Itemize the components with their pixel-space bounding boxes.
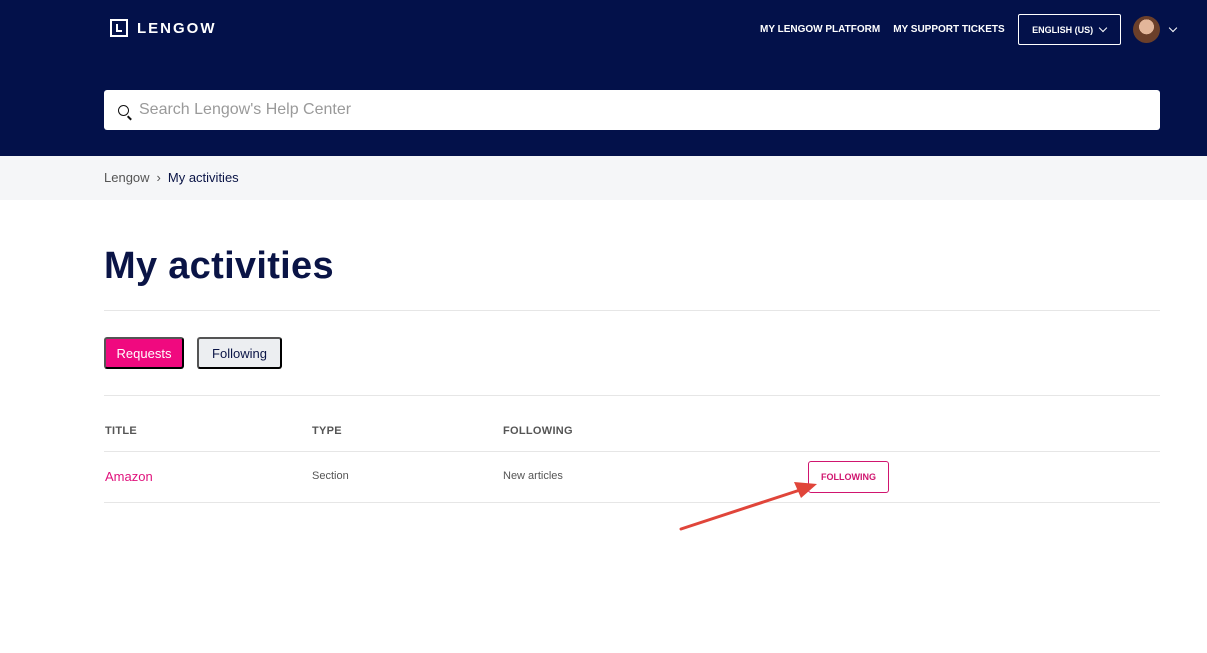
logo-text: LENGOW <box>137 19 217 37</box>
chevron-down-icon[interactable] <box>1168 23 1177 32</box>
language-selector-button[interactable]: ENGLISH (US) <box>1017 14 1121 45</box>
following-button[interactable]: FOLLOWING <box>808 461 889 493</box>
breadcrumb-separator: › <box>156 170 161 185</box>
search-icon <box>118 104 129 116</box>
divider <box>104 395 1160 396</box>
user-avatar[interactable] <box>1132 16 1160 43</box>
search-input[interactable] <box>139 101 1039 119</box>
language-label: ENGLISH (US) <box>1032 24 1094 35</box>
site-header: LENGOW MY LENGOW PLATFORM MY SUPPORT TIC… <box>0 0 1207 156</box>
chevron-down-icon <box>1098 23 1108 32</box>
divider <box>104 451 1160 452</box>
breadcrumb: Lengow › My activities <box>104 170 239 185</box>
tab-following[interactable]: Following <box>197 337 282 369</box>
nav-my-lengow-platform[interactable]: MY LENGOW PLATFORM <box>760 15 880 45</box>
divider <box>104 502 1160 503</box>
logo-mark-icon <box>110 19 128 37</box>
nav-my-support-tickets[interactable]: MY SUPPORT TICKETS <box>893 15 1005 45</box>
column-header-following: FOLLOWING <box>503 425 573 437</box>
breadcrumb-home-link[interactable]: Lengow <box>104 170 150 185</box>
page-title: My activities <box>104 245 334 287</box>
lengow-logo[interactable]: LENGOW <box>110 19 217 37</box>
divider <box>104 310 1160 311</box>
top-nav: MY LENGOW PLATFORM MY SUPPORT TICKETS EN… <box>760 14 1177 45</box>
column-header-title: TITLE <box>105 425 138 437</box>
tab-requests[interactable]: Requests <box>104 337 184 369</box>
search-box <box>104 90 1160 130</box>
annotation-arrow-shaft <box>679 488 802 531</box>
column-header-type: TYPE <box>312 425 342 437</box>
row-title-link[interactable]: Amazon <box>105 469 153 484</box>
row-following: New articles <box>503 470 563 482</box>
row-type: Section <box>312 470 349 482</box>
breadcrumb-bar: Lengow › My activities <box>0 156 1207 200</box>
breadcrumb-current: My activities <box>167 170 239 185</box>
